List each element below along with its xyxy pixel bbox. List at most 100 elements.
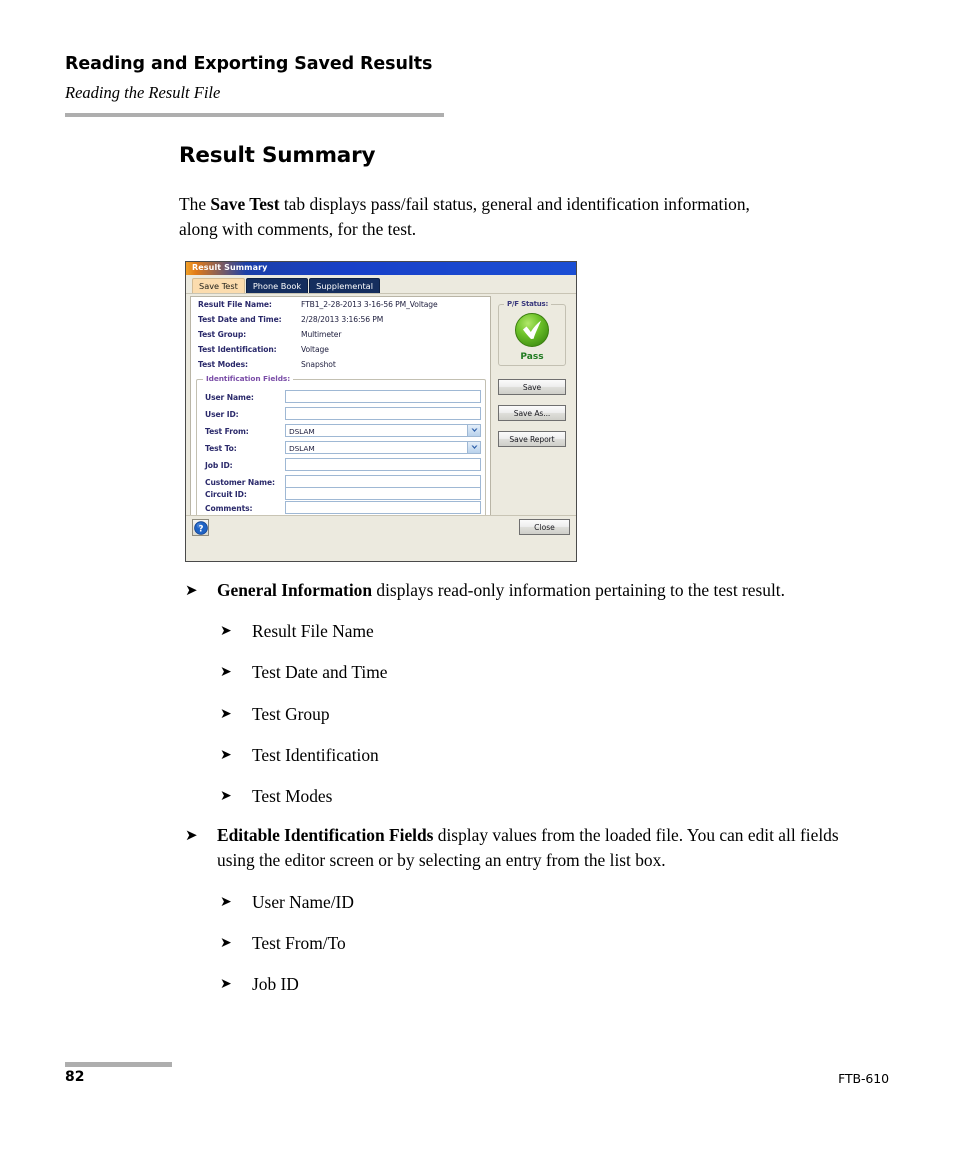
field-row-test-to: Test To: DSLAM (197, 440, 485, 457)
bullet-arrow-icon: ➤ (220, 788, 232, 805)
question-mark-icon: ? (193, 521, 208, 535)
combo-test-to[interactable]: DSLAM (285, 441, 481, 454)
result-summary-dialog-figure: Result Summary Save Test Phone Book Supple… (185, 261, 577, 562)
footer-divider (65, 1062, 172, 1067)
sub-bullet-test-from-to: ➤ Test From/To (179, 931, 879, 956)
sub-bullet-label: Test Modes (252, 786, 333, 807)
save-report-button[interactable]: Save Report (498, 431, 566, 447)
tab-save-test[interactable]: Save Test (192, 278, 245, 293)
intro-text-bold: Save Test (210, 194, 280, 214)
pass-fail-status-group: P/F Status: Pass (498, 300, 566, 366)
sub-bullet-label: Job ID (252, 974, 299, 995)
label-job-id: Job ID: (205, 461, 233, 470)
label-test-date-time: Test Date and Time: (198, 315, 282, 324)
value-test-date-time: 2/28/2013 3:16:56 PM (301, 315, 384, 324)
bullet-arrow-icon: ➤ (220, 893, 232, 910)
dialog-titlebar: Result Summary (186, 262, 576, 275)
field-row-job-id: Job ID: (197, 457, 485, 474)
identification-fields-legend: Identification Fields: (203, 374, 294, 383)
field-row-user-id: User ID: (197, 406, 485, 423)
save-button[interactable]: Save (498, 379, 566, 395)
sub-bullet-result-file-name: ➤ Result File Name (179, 619, 879, 644)
info-row-test-date-time: Test Date and Time: 2/28/2013 3:16:56 PM (191, 312, 490, 327)
field-row-test-from: Test From: DSLAM (197, 423, 485, 440)
page-content: Result Summary The Save Test tab display… (179, 143, 879, 242)
input-user-id[interactable] (285, 407, 481, 420)
sub-bullet-label: User Name/ID (252, 891, 354, 912)
tab-phone-book[interactable]: Phone Book (245, 278, 309, 293)
label-test-group: Test Group: (198, 330, 247, 339)
pass-fail-status-legend: P/F Status: (504, 300, 552, 308)
info-row-test-identification: Test Identification: Voltage (191, 342, 490, 357)
general-information-panel: Result File Name: FTB1_2-28-2013 3-16-56… (190, 296, 491, 524)
page-number: 82 (65, 1069, 85, 1085)
bullet-lead-bold: General Information (217, 580, 373, 600)
label-comments: Comments: (205, 504, 253, 513)
value-test-identification: Voltage (301, 345, 329, 354)
label-test-from: Test From: (205, 427, 249, 436)
svg-text:?: ? (198, 524, 203, 534)
value-test-from: DSLAM (289, 427, 315, 436)
input-job-id[interactable] (285, 458, 481, 471)
info-row-test-modes: Test Modes: Snapshot (191, 357, 490, 372)
bullet-arrow-icon: ➤ (185, 581, 198, 599)
bullet-general-information: ➤ General Information displays read-only… (179, 578, 879, 603)
sub-bullet-test-group: ➤ Test Group (179, 702, 879, 727)
tab-supplemental[interactable]: Supplemental (309, 278, 380, 293)
label-test-identification: Test Identification: (198, 345, 277, 354)
input-circuit-id[interactable] (285, 487, 481, 500)
label-circuit-id: Circuit ID: (205, 490, 247, 499)
bullet-lead-rest: displays read-only information pertainin… (372, 580, 785, 600)
sub-bullet-label: Test Date and Time (252, 662, 388, 683)
label-user-id: User ID: (205, 410, 239, 419)
header-divider (65, 113, 444, 117)
value-test-to: DSLAM (289, 444, 315, 453)
dialog-body: Result File Name: FTB1_2-28-2013 3-16-56… (186, 293, 576, 540)
sub-bullet-job-id: ➤ Job ID (179, 972, 879, 997)
sub-bullet-label: Result File Name (252, 621, 374, 642)
save-as-button[interactable]: Save As... (498, 405, 566, 421)
page-title: Result Summary (179, 143, 376, 168)
input-user-name[interactable] (285, 390, 481, 403)
bullet-arrow-icon: ➤ (220, 623, 232, 640)
sub-bullet-label: Test Group (252, 703, 330, 724)
dialog-tabstrip: Save Test Phone Book Supplemental (186, 275, 576, 293)
chevron-down-icon[interactable] (467, 442, 480, 453)
input-comments[interactable] (285, 501, 481, 514)
pass-fail-result-text: Pass (520, 352, 544, 362)
identification-fields-group: Identification Fields: User Name: User I… (196, 374, 486, 518)
info-row-test-group: Test Group: Multimeter (191, 327, 490, 342)
combo-test-from[interactable]: DSLAM (285, 424, 481, 437)
label-test-to: Test To: (205, 444, 237, 453)
document-id: FTB-610 (838, 1071, 889, 1086)
running-header-title: Reading and Exporting Saved Results (65, 54, 433, 74)
help-button[interactable]: ? (192, 519, 209, 536)
bullet-lead-bold: Editable Identification Fields (217, 825, 434, 846)
label-test-modes: Test Modes: (198, 360, 248, 369)
sub-bullet-test-date-and-time: ➤ Test Date and Time (179, 660, 879, 685)
sub-bullet-label: Test Identification (252, 744, 379, 765)
field-row-user-name: User Name: (197, 389, 485, 406)
chevron-down-icon[interactable] (467, 425, 480, 436)
running-header-subtitle: Reading the Result File (65, 83, 221, 102)
info-row-result-file-name: Result File Name: FTB1_2-28-2013 3-16-56… (191, 297, 490, 312)
label-user-name: User Name: (205, 393, 254, 402)
bullet-arrow-icon: ➤ (220, 705, 232, 722)
list-group-spacer (179, 809, 879, 823)
close-button[interactable]: Close (519, 519, 570, 535)
label-result-file-name: Result File Name: (198, 300, 272, 309)
green-check-circle-icon (514, 312, 550, 348)
value-result-file-name: FTB1_2-28-2013 3-16-56 PM_Voltage (301, 300, 438, 309)
sub-bullet-test-modes: ➤ Test Modes (179, 784, 879, 809)
bullet-arrow-icon: ➤ (220, 976, 232, 993)
running-header: Reading and Exporting Saved Results Read… (65, 54, 445, 103)
bullet-arrow-icon: ➤ (220, 934, 232, 951)
bullet-arrow-icon: ➤ (185, 826, 198, 845)
sub-bullet-label: Test From/To (252, 932, 346, 953)
intro-paragraph: The Save Test tab displays pass/fail sta… (179, 192, 779, 242)
bullet-editable-identification-fields: ➤ Editable Identification Fields display… (179, 823, 879, 873)
sub-bullet-test-identification: ➤ Test Identification (179, 743, 879, 768)
bullet-arrow-icon: ➤ (220, 664, 232, 681)
bullet-list: ➤ General Information displays read-only… (179, 578, 879, 997)
value-test-modes: Snapshot (301, 360, 336, 369)
